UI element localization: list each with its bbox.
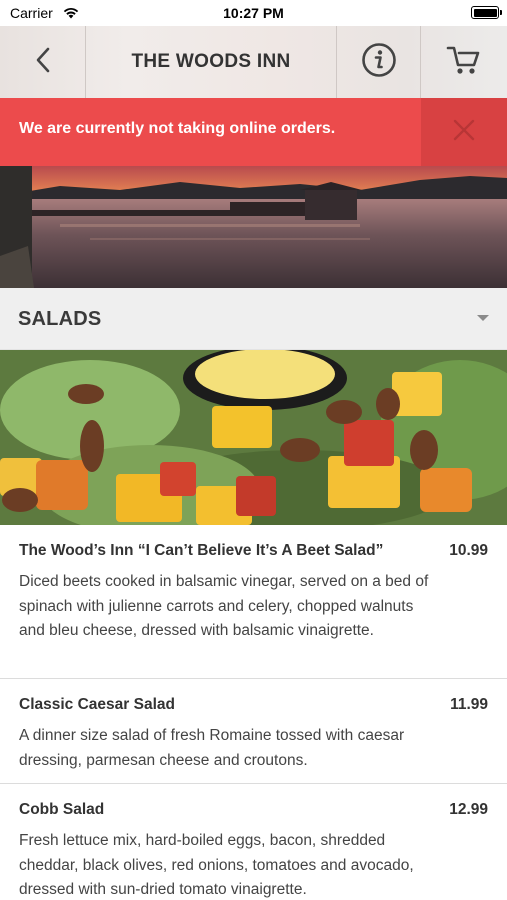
- item-price: 12.99: [449, 801, 488, 818]
- category-header[interactable]: SALADS: [0, 288, 507, 350]
- menu-item[interactable]: The Wood’s Inn “I Can’t Believe It’s A B…: [0, 525, 507, 679]
- status-time: 10:27 PM: [223, 5, 284, 21]
- menu-item[interactable]: Cobb Salad 12.99 Fresh lettuce mix, hard…: [0, 784, 507, 900]
- caret-down-icon: [477, 315, 489, 321]
- item-description: Diced beets cooked in balsamic vinegar, …: [19, 573, 429, 639]
- alert-banner: We are currently not taking online order…: [0, 98, 507, 166]
- item-name: Classic Caesar Salad: [19, 696, 175, 713]
- chevron-left-icon: [35, 47, 51, 78]
- back-button[interactable]: [0, 26, 86, 98]
- hero-image: [0, 166, 507, 288]
- status-bar: Carrier 10:27 PM: [0, 0, 507, 26]
- item-price: 10.99: [449, 542, 488, 559]
- banner-message: We are currently not taking online order…: [19, 120, 336, 137]
- category-image: [0, 350, 507, 525]
- battery-icon: [471, 6, 502, 19]
- item-name: The Wood’s Inn “I Can’t Believe It’s A B…: [19, 542, 384, 559]
- banner-close-button[interactable]: [421, 98, 507, 166]
- category-title: SALADS: [18, 308, 102, 330]
- page-title: THE WOODS INN: [131, 51, 291, 72]
- item-price: 11.99: [450, 696, 488, 713]
- item-description: Fresh lettuce mix, hard-boiled eggs, bac…: [19, 832, 414, 898]
- item-description: A dinner size salad of fresh Romaine tos…: [19, 727, 405, 769]
- nav-bar: THE WOODS INN: [0, 26, 507, 98]
- item-name: Cobb Salad: [19, 801, 105, 818]
- info-button[interactable]: [336, 26, 421, 98]
- info-circle-icon: [361, 42, 397, 83]
- shopping-cart-icon: [446, 44, 482, 81]
- close-icon: [453, 119, 475, 146]
- menu-item[interactable]: Classic Caesar Salad 11.99 A dinner size…: [0, 679, 507, 784]
- cart-button[interactable]: [421, 26, 507, 98]
